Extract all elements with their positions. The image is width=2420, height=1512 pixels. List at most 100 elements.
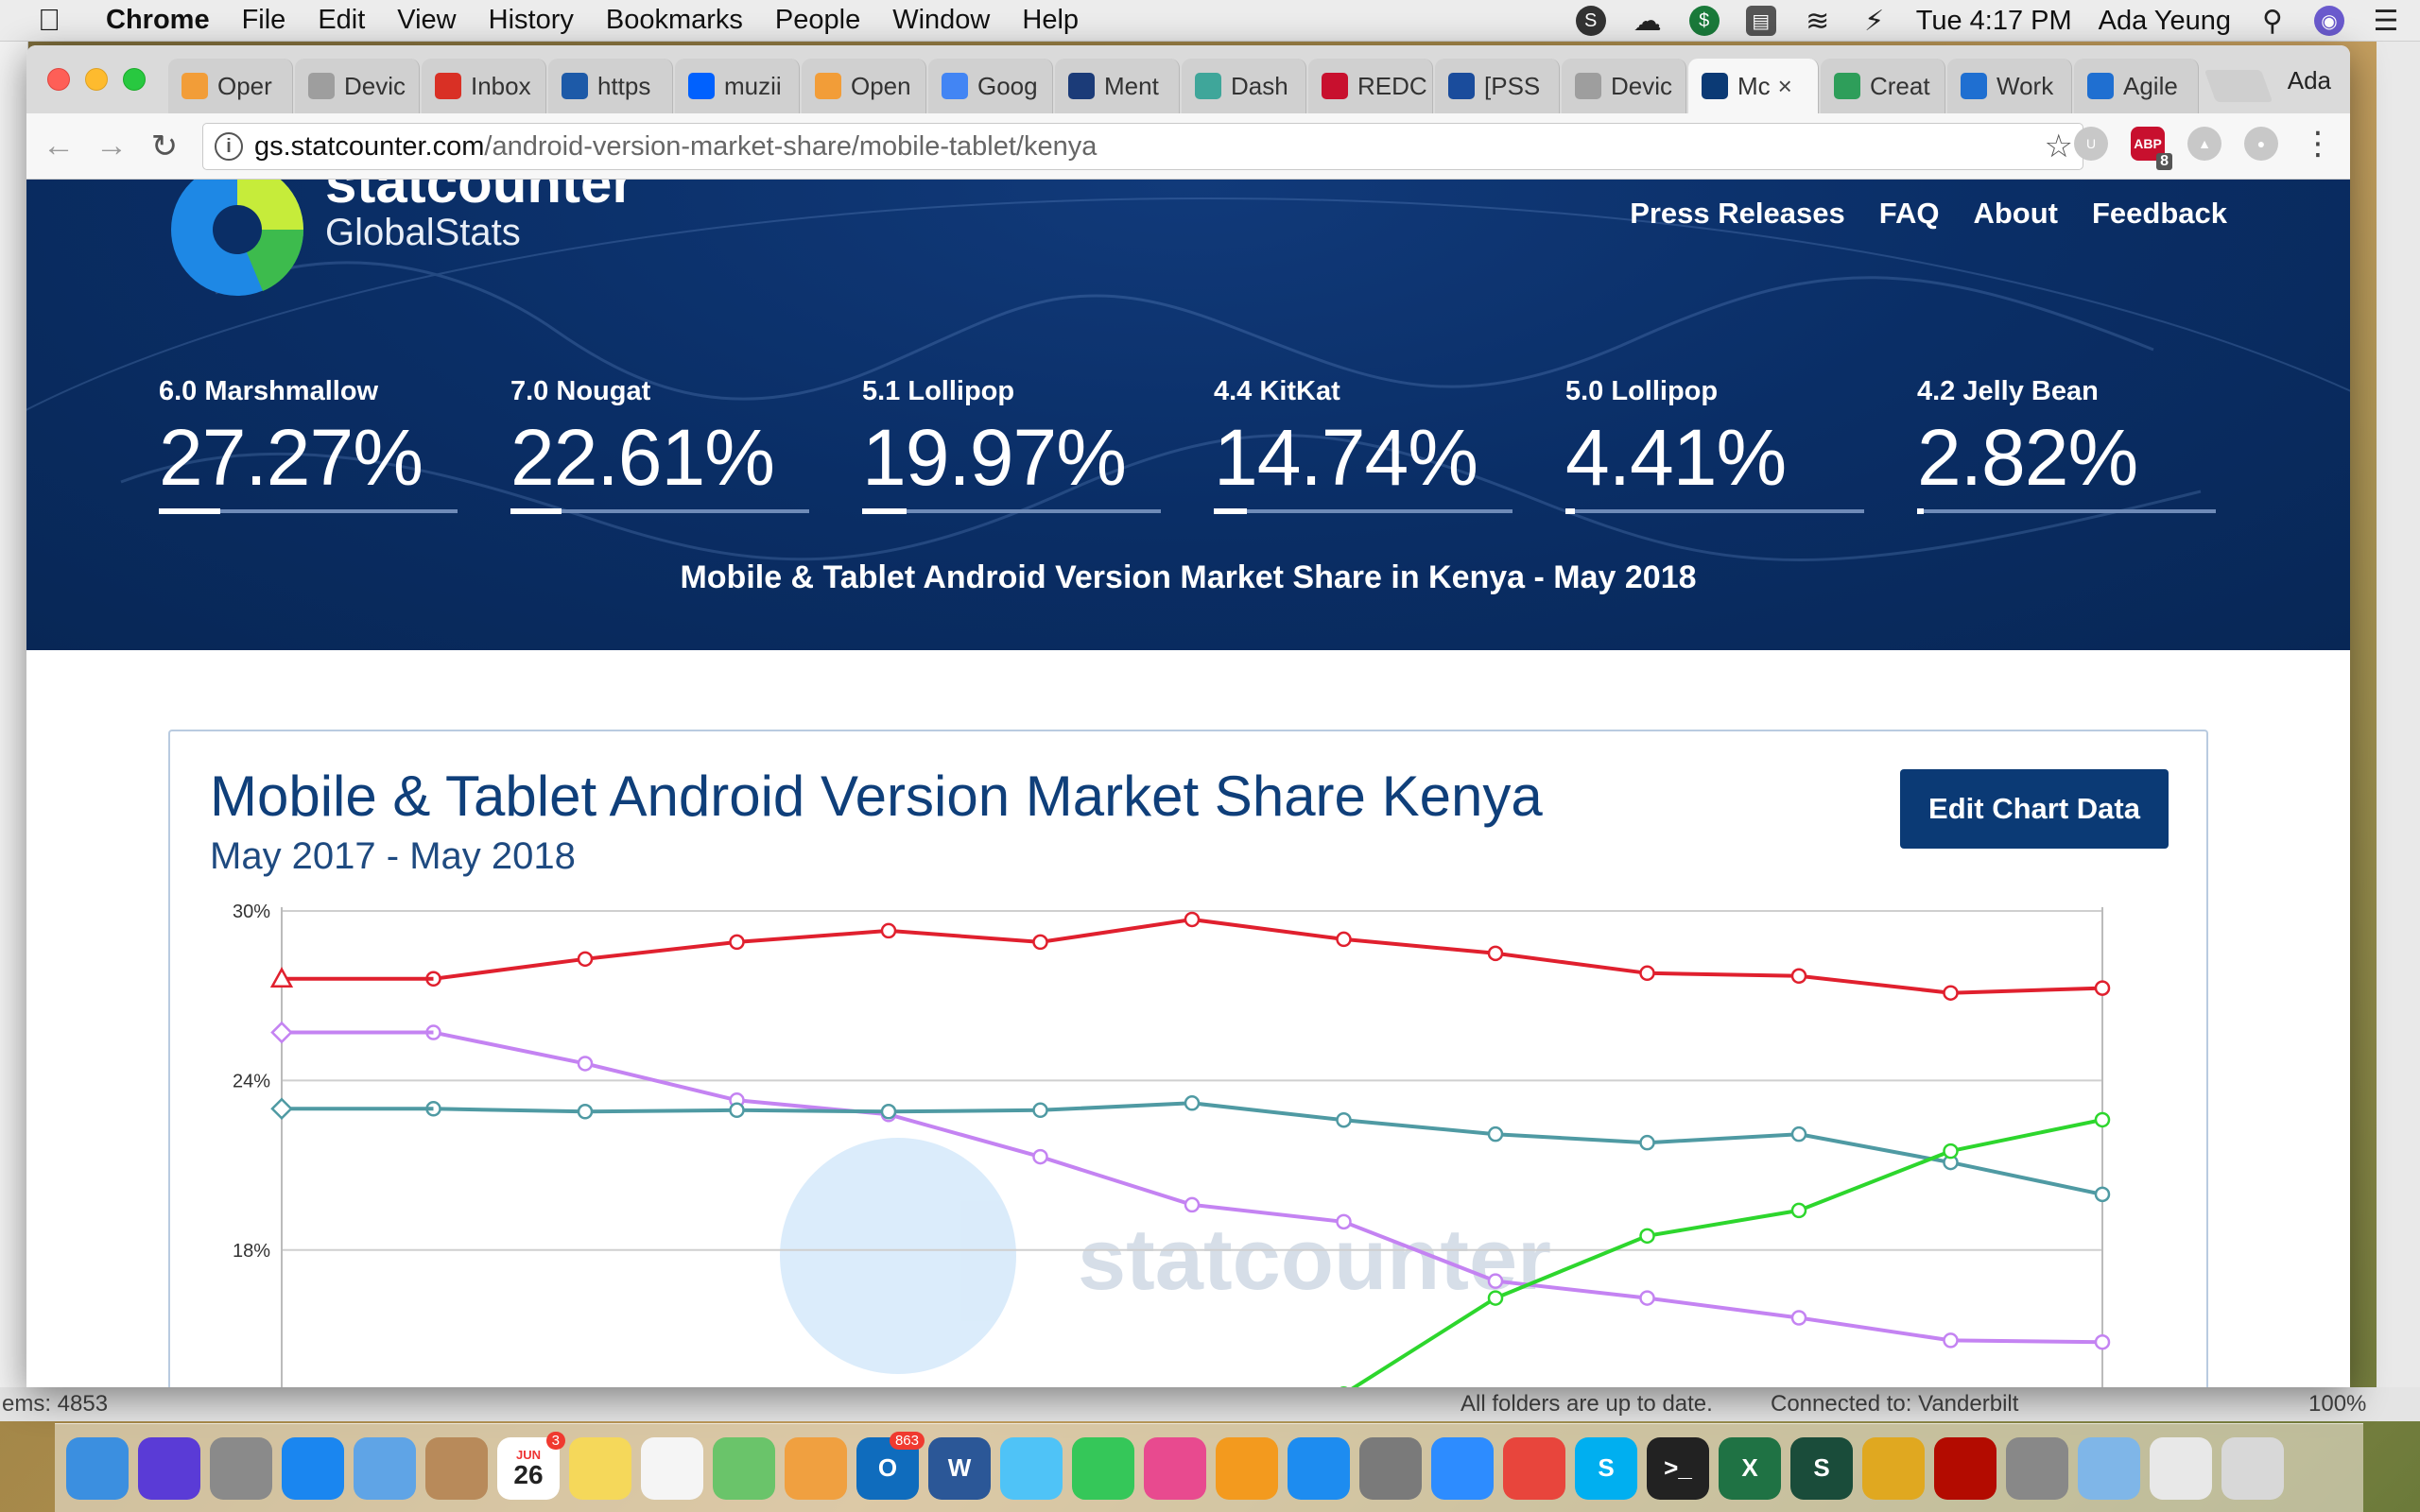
calendar-icon <box>942 73 968 99</box>
reminders-icon[interactable] <box>641 1436 703 1500</box>
system-preferences-icon[interactable] <box>1359 1436 1422 1500</box>
notification-center-icon[interactable]: ☰ <box>2371 6 2401 37</box>
browser-tab[interactable]: Goog <box>928 59 1053 113</box>
chrome-icon[interactable] <box>1503 1436 1565 1500</box>
trash-icon[interactable] <box>2221 1436 2284 1500</box>
zoom-icon[interactable] <box>1431 1436 1494 1500</box>
siri-icon[interactable] <box>138 1436 200 1500</box>
browser-tab[interactable]: Open <box>802 59 926 113</box>
safari-icon[interactable] <box>282 1436 344 1500</box>
menu-view[interactable]: View <box>397 5 456 36</box>
browser-tab[interactable]: Agile <box>2074 59 2199 113</box>
browser-tab[interactable]: Devic <box>1562 59 1686 113</box>
extension-drive-icon[interactable]: ▲ <box>2187 127 2221 161</box>
adblock-extension-icon[interactable]: ABP 8 <box>2131 127 2172 170</box>
documents-folder-icon[interactable] <box>2150 1436 2212 1500</box>
browser-tab[interactable]: https <box>548 59 673 113</box>
wifi-icon[interactable]: ≋ <box>1803 6 1833 37</box>
reload-icon[interactable]: ↻ <box>144 126 185 167</box>
extension-circle-icon[interactable]: ● <box>2244 127 2278 161</box>
address-bar[interactable]: i gs.statcounter.com/android-version-mar… <box>202 123 2083 170</box>
new-tab-button[interactable] <box>2204 70 2273 102</box>
calendar-icon[interactable]: JUN 26 3 <box>497 1431 565 1500</box>
maximize-window-button[interactable] <box>123 68 146 91</box>
nav-faq[interactable]: FAQ <box>1879 197 1940 231</box>
browser-toolbar: ← → ↻ i gs.statcounter.com/android-versi… <box>26 113 2350 180</box>
extension-u-icon[interactable]: U <box>2074 127 2108 161</box>
terminal-icon[interactable]: >_ <box>1647 1436 1709 1500</box>
browser-tab[interactable]: REDC <box>1308 59 1433 113</box>
menu-bookmarks[interactable]: Bookmarks <box>606 5 743 36</box>
downloads-folder-icon[interactable] <box>2078 1436 2140 1500</box>
acrobat-icon[interactable] <box>1934 1436 1996 1500</box>
bookmark-star-icon[interactable]: ☆ <box>2045 128 2073 165</box>
tab-strip: Oper Devic Inbox https muzii Open Goog Ment Dash… <box>26 45 2350 113</box>
appstore-icon[interactable] <box>1288 1436 1350 1500</box>
browser-tab[interactable]: [PSS <box>1435 59 1560 113</box>
minimize-window-button[interactable] <box>85 68 108 91</box>
menu-user-name[interactable]: Ada Yeung <box>2099 6 2231 37</box>
statcounter-logo[interactable]: statcounter GlobalStats <box>168 180 634 299</box>
nav-press-releases[interactable]: Press Releases <box>1630 197 1845 231</box>
browser-tab[interactable]: Oper <box>168 59 293 113</box>
menu-edit[interactable]: Edit <box>318 5 365 36</box>
nav-about[interactable]: About <box>1973 197 2058 231</box>
browser-tab[interactable]: Mc × <box>1688 59 1819 113</box>
menu-window[interactable]: Window <box>892 5 990 36</box>
launchpad-icon[interactable] <box>210 1436 272 1500</box>
menu-history[interactable]: History <box>489 5 574 36</box>
apple-icon[interactable]:  <box>38 3 78 38</box>
dollar-app-icon[interactable]: $ <box>1688 6 1720 36</box>
data-point <box>2094 980 2111 996</box>
statcounter-s-icon[interactable]: S <box>1790 1436 1853 1500</box>
tab-label: Creat <box>1870 71 1930 100</box>
mail-icon[interactable] <box>354 1436 416 1500</box>
browser-tab[interactable]: Creat <box>1821 59 1945 113</box>
battery-icon[interactable]: ⚡ <box>1859 6 1890 37</box>
forward-arrow-icon[interactable]: → <box>91 126 132 167</box>
finder-icon[interactable] <box>66 1436 129 1500</box>
notes-icon[interactable] <box>569 1436 631 1500</box>
excel-icon[interactable]: X <box>1719 1436 1781 1500</box>
chrome-menu-icon[interactable]: ⋮ <box>2301 126 2335 162</box>
menu-people[interactable]: People <box>775 5 860 36</box>
tab-label: Inbox <box>471 71 531 100</box>
menu-bar:  Chrome File Edit View History Bookmark… <box>0 0 2420 42</box>
site-info-icon[interactable]: i <box>215 132 243 161</box>
browser-tab[interactable]: Inbox <box>422 59 546 113</box>
browser-tab[interactable]: Dash <box>1182 59 1306 113</box>
nav-feedback[interactable]: Feedback <box>2092 197 2227 231</box>
menu-app-chrome[interactable]: Chrome <box>106 5 210 36</box>
skype-icon[interactable]: S <box>1575 1436 1637 1500</box>
browser-tab[interactable]: Ment <box>1055 59 1180 113</box>
lightning-icon[interactable] <box>1862 1436 1925 1500</box>
skype-status-icon[interactable]: S <box>1575 6 1606 36</box>
contacts-icon[interactable] <box>425 1436 488 1500</box>
data-point <box>1032 1148 1048 1165</box>
calculator-icon[interactable] <box>2006 1436 2068 1500</box>
photos-icon[interactable] <box>785 1436 847 1500</box>
itunes-icon[interactable] <box>1144 1436 1206 1500</box>
messages-icon[interactable] <box>1000 1436 1063 1500</box>
spotlight-search-icon[interactable]: ⚲ <box>2257 6 2288 37</box>
siri-menu-icon[interactable]: ◉ <box>2314 6 2344 36</box>
profile-button[interactable]: Ada <box>2288 66 2331 95</box>
ibooks-icon[interactable] <box>1216 1436 1278 1500</box>
tab-close-icon[interactable]: × <box>1778 72 1792 101</box>
stat-block: 7.0 Nougat 22.61% <box>510 376 809 514</box>
maps-icon[interactable] <box>713 1436 775 1500</box>
outlook-icon[interactable]: O 863 <box>856 1431 925 1500</box>
back-arrow-icon[interactable]: ← <box>38 126 79 167</box>
browser-tab[interactable]: Work <box>1947 59 2072 113</box>
menu-clock[interactable]: Tue 4:17 PM <box>1916 6 2072 37</box>
word-icon[interactable]: W <box>928 1436 991 1500</box>
cloud-upload-icon[interactable]: ☁ <box>1633 6 1663 37</box>
browser-tab[interactable]: muzii <box>675 59 800 113</box>
memory-monitor-icon[interactable]: ▤ <box>1745 6 1776 36</box>
menu-help[interactable]: Help <box>1022 5 1079 36</box>
edit-chart-data-button[interactable]: Edit Chart Data <box>1900 769 2169 849</box>
close-window-button[interactable] <box>47 68 70 91</box>
browser-tab[interactable]: Devic <box>295 59 420 113</box>
facetime-icon[interactable] <box>1072 1436 1134 1500</box>
menu-file[interactable]: File <box>242 5 286 36</box>
